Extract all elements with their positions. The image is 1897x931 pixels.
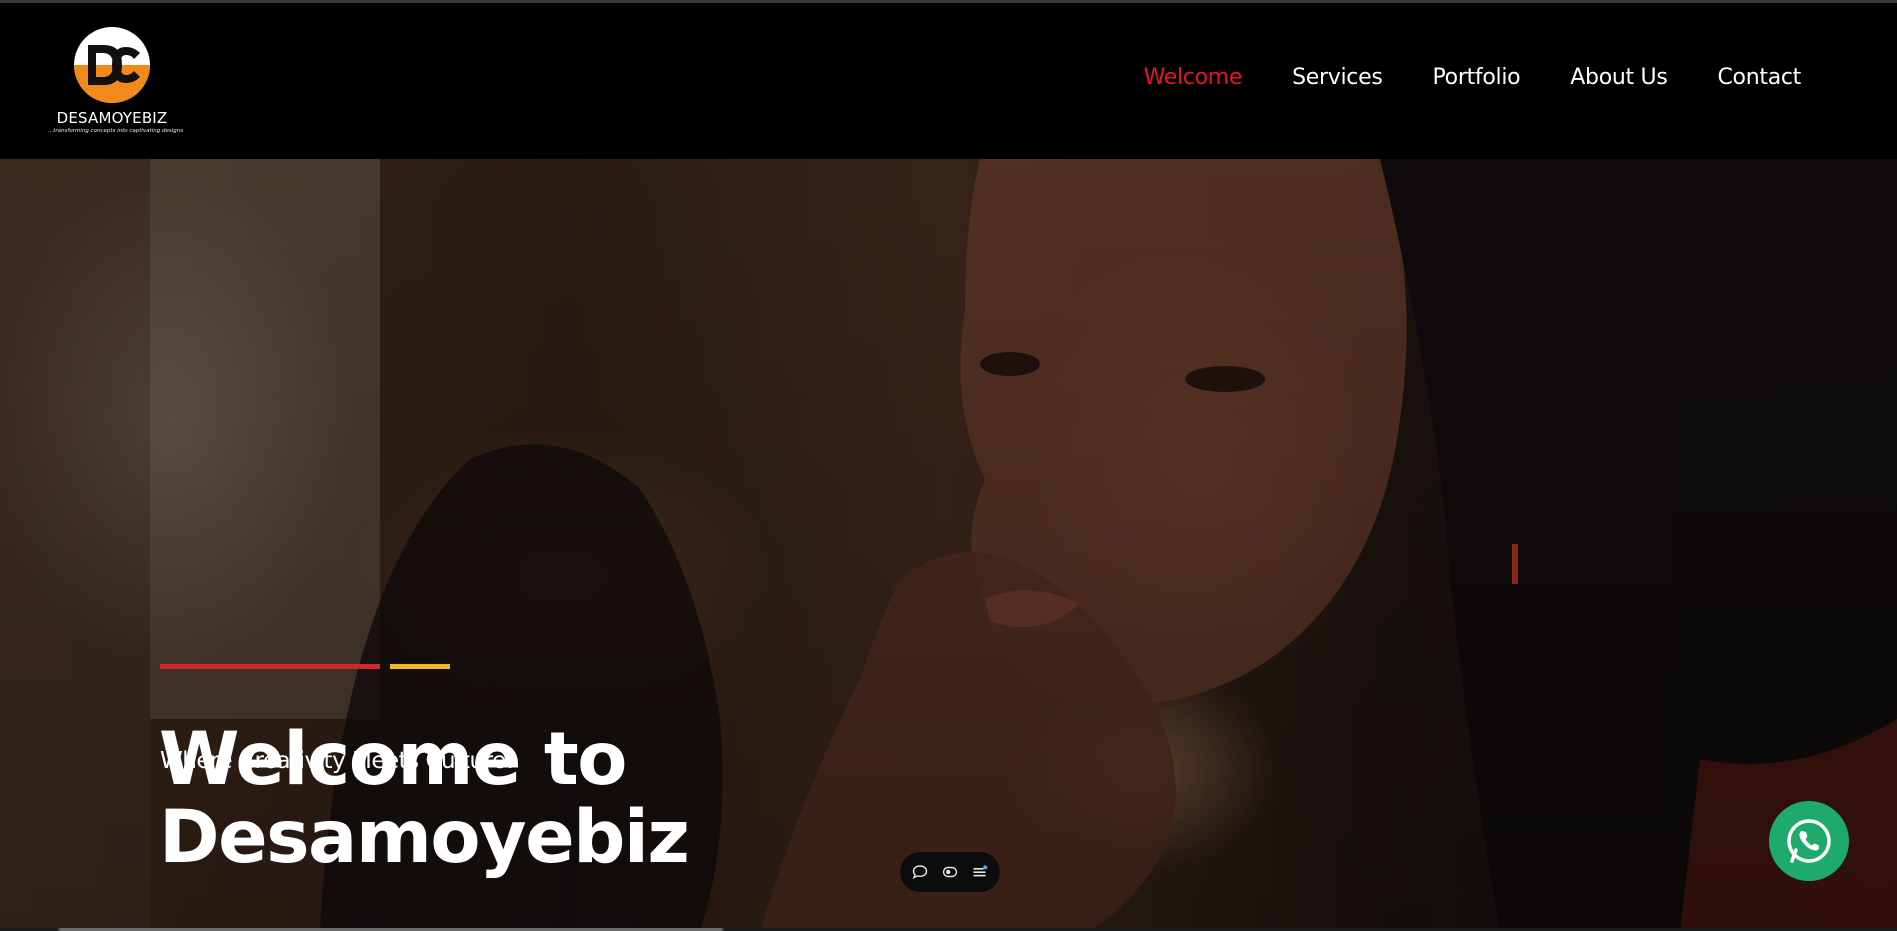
brand-logo[interactable]: DESAMOYEBIZ ...transforming concepts int… bbox=[48, 27, 184, 139]
nav-item-about-us[interactable]: About Us bbox=[1570, 65, 1668, 90]
site-header: DESAMOYEBIZ ...transforming concepts int… bbox=[0, 3, 1897, 159]
floating-toolbar bbox=[900, 852, 1000, 892]
hero-subtitle: Where Creativity Meets Culture! bbox=[160, 748, 515, 774]
hero-title-line-2: Desamoyebiz bbox=[159, 795, 690, 880]
brand-name: DESAMOYEBIZ bbox=[56, 109, 168, 127]
chat-bubble-icon[interactable] bbox=[910, 862, 930, 882]
hero-section: Welcome to Desamoyebiz bbox=[0, 159, 1897, 931]
whatsapp-phone-icon bbox=[1787, 819, 1831, 863]
nav-item-welcome[interactable]: Welcome bbox=[1144, 65, 1243, 90]
main-navigation: Welcome Services Portfolio About Us Cont… bbox=[1144, 65, 1802, 90]
list-menu-icon[interactable] bbox=[970, 862, 990, 882]
nav-item-services[interactable]: Services bbox=[1292, 65, 1383, 90]
nav-item-portfolio[interactable]: Portfolio bbox=[1432, 65, 1520, 90]
eye-toggle-icon[interactable] bbox=[940, 862, 960, 882]
hero-accent-bar-red bbox=[160, 664, 380, 669]
brand-tagline: ...transforming concepts into captivatin… bbox=[48, 128, 184, 134]
dc-logo-icon bbox=[74, 27, 150, 103]
hero-accent-bar-yellow bbox=[390, 664, 450, 669]
whatsapp-chat-button[interactable] bbox=[1769, 801, 1849, 881]
hero-title: Welcome to Desamoyebiz bbox=[159, 721, 919, 877]
page: DESAMOYEBIZ ...transforming concepts int… bbox=[0, 0, 1897, 931]
nav-item-contact[interactable]: Contact bbox=[1718, 65, 1802, 90]
